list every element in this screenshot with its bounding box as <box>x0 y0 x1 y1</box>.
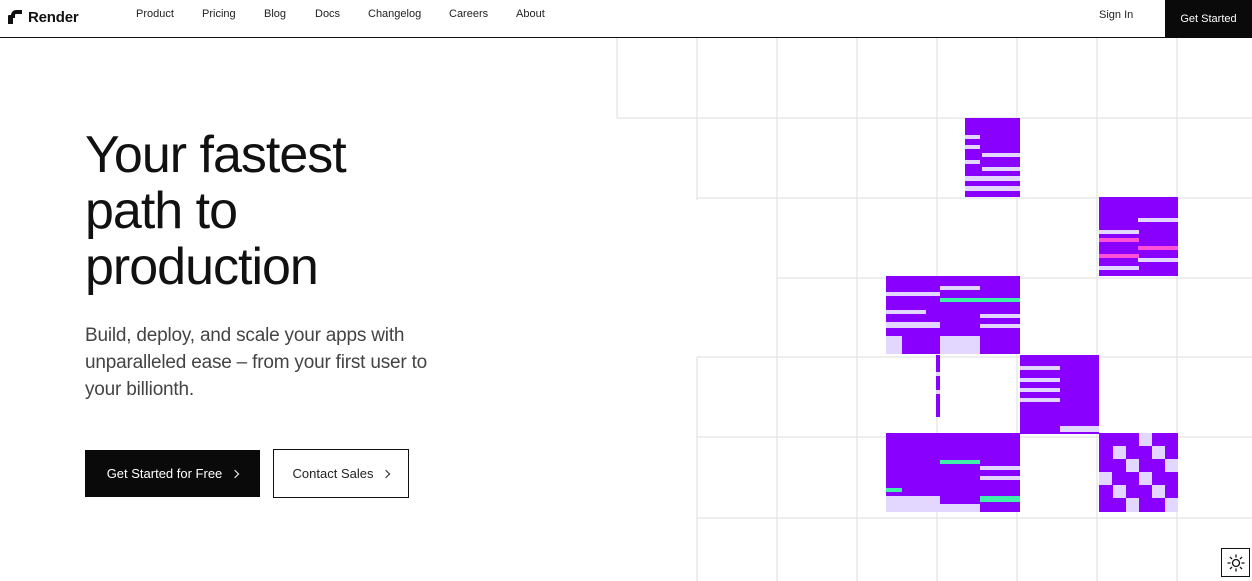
button-label: Contact Sales <box>292 466 374 481</box>
brand-name: Render <box>28 8 79 26</box>
headline-line: production <box>85 238 319 296</box>
get-started-free-button[interactable]: Get Started for Free <box>85 450 260 497</box>
pixel-block <box>965 118 1020 197</box>
sign-in-link[interactable]: Sign In <box>1099 9 1133 21</box>
sun-icon <box>1226 553 1245 572</box>
hero-headline: Your fastest path to production <box>85 127 505 295</box>
headline-line: Your fastest <box>85 126 347 184</box>
render-logo-icon <box>8 10 22 24</box>
pixel-block <box>936 355 940 417</box>
hero-subheadline: Build, deploy, and scale your apps with … <box>85 325 428 400</box>
chevron-right-icon <box>382 469 391 479</box>
nav-item-changelog[interactable]: Changelog <box>368 8 421 20</box>
nav-item-careers[interactable]: Careers <box>449 8 488 20</box>
nav-item-blog[interactable]: Blog <box>264 8 286 20</box>
grid-lines <box>616 38 1252 581</box>
logo[interactable]: Render <box>8 7 79 27</box>
top-nav: Render Product Pricing Blog Docs Changel… <box>0 0 1252 38</box>
nav-item-pricing[interactable]: Pricing <box>202 8 236 20</box>
theme-toggle-button[interactable] <box>1221 548 1250 577</box>
pixel-block <box>1020 355 1099 434</box>
pixel-block <box>1099 433 1178 512</box>
contact-sales-button[interactable]: Contact Sales <box>273 449 409 498</box>
pixel-block <box>886 276 1020 354</box>
pixel-block <box>886 433 1020 512</box>
get-started-button[interactable]: Get Started <box>1165 0 1252 38</box>
nav-item-product[interactable]: Product <box>136 8 174 20</box>
pixel-block <box>1099 197 1178 276</box>
nav-item-docs[interactable]: Docs <box>315 8 340 20</box>
button-label: Get Started for Free <box>106 466 223 481</box>
chevron-right-icon <box>231 469 240 479</box>
headline-line: path to <box>85 182 238 240</box>
nav-item-about[interactable]: About <box>516 8 545 20</box>
